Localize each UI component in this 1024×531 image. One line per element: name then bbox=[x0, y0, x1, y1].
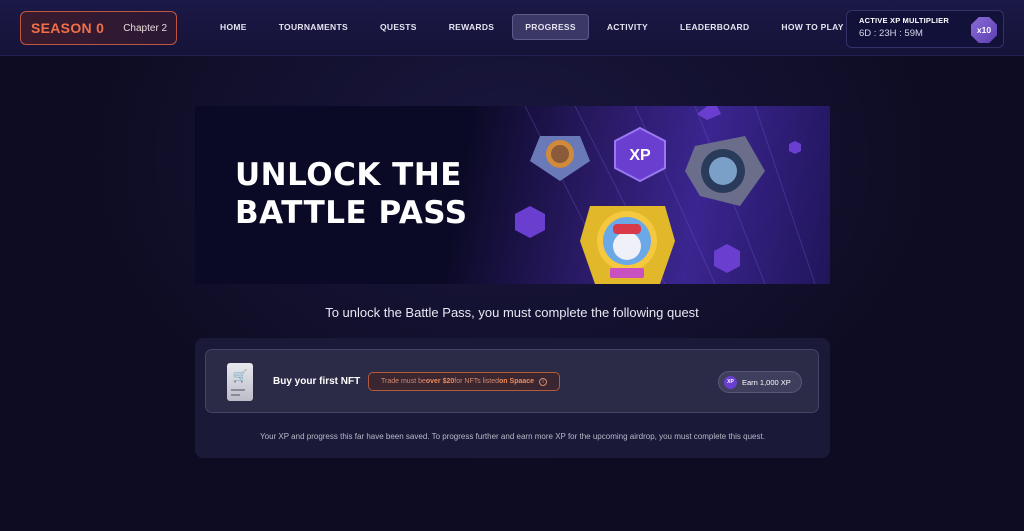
xp-gem-icon bbox=[789, 141, 801, 154]
xp-gem-icon bbox=[697, 106, 721, 120]
banner-title-line1: UNLOCK THE bbox=[235, 157, 462, 193]
medal-right-icon bbox=[685, 136, 765, 206]
xp-coin-icon: XP bbox=[724, 375, 737, 389]
cart-icon: 🛒 bbox=[232, 369, 248, 383]
xp-hexagon-icon: XP bbox=[614, 126, 666, 183]
requirement-middle: for NFTs listed bbox=[454, 378, 500, 385]
xp-hexagon-label: XP bbox=[629, 147, 651, 164]
nav-activity[interactable]: ACTIVITY bbox=[595, 14, 660, 40]
main-nav: HOME TOURNAMENTS QUESTS REWARDS PROGRESS… bbox=[208, 14, 856, 40]
season-selector[interactable]: SEASON 0 Chapter 2 bbox=[20, 11, 177, 45]
earn-xp-badge: XP Earn 1,000 XP bbox=[718, 371, 802, 393]
season-chapter: Chapter 2 bbox=[123, 22, 168, 34]
quest-note: Your XP and progress this far have been … bbox=[260, 432, 765, 441]
requirement-venue: on Spaace bbox=[499, 378, 535, 385]
xp-gem-icon bbox=[515, 206, 545, 238]
quest-card[interactable]: 🛒 Buy your first NFT Trade must be over … bbox=[205, 349, 819, 413]
banner-title-line2: BATTLE PASS bbox=[235, 195, 468, 231]
earn-xp-label: Earn 1,000 XP bbox=[742, 377, 791, 387]
nav-rewards[interactable]: REWARDS bbox=[437, 14, 507, 40]
requirement-amount: over $20 bbox=[425, 378, 455, 385]
nft-card-thumbnail: 🛒 bbox=[227, 363, 253, 401]
nav-leaderboard[interactable]: LEADERBOARD bbox=[668, 14, 761, 40]
info-icon[interactable]: i bbox=[539, 377, 548, 386]
nav-tournaments[interactable]: TOURNAMENTS bbox=[267, 14, 360, 40]
page: SEASON 0 Chapter 2 HOME TOURNAMENTS QUES… bbox=[0, 0, 1024, 531]
battle-pass-banner: XP UNLOCK THE BATTLE PASS bbox=[195, 106, 830, 284]
nav-home[interactable]: HOME bbox=[208, 14, 259, 40]
quest-panel: 🛒 Buy your first NFT Trade must be over … bbox=[195, 338, 830, 458]
top-bar: SEASON 0 Chapter 2 HOME TOURNAMENTS QUES… bbox=[0, 0, 1024, 56]
medal-center-icon bbox=[580, 206, 675, 284]
nav-progress[interactable]: PROGRESS bbox=[512, 14, 589, 40]
xp-multiplier-panel[interactable]: ACTIVE XP MULTIPLIER 6D : 23H : 59M x10 bbox=[846, 10, 1004, 48]
xp-gem-icon bbox=[714, 244, 740, 273]
requirement-prefix: Trade must be bbox=[381, 378, 426, 385]
quest-requirement: Trade must be over $20 for NFTs listed o… bbox=[368, 372, 561, 391]
nav-quests[interactable]: QUESTS bbox=[368, 14, 429, 40]
nav-how-to-play[interactable]: HOW TO PLAY bbox=[769, 14, 855, 40]
quest-name: Buy your first NFT bbox=[273, 376, 361, 387]
quest-instructions: To unlock the Battle Pass, you must comp… bbox=[325, 305, 699, 320]
banner-title: UNLOCK THE BATTLE PASS bbox=[235, 156, 468, 232]
xp-multiplier-badge: x10 bbox=[971, 17, 997, 43]
season-title: SEASON 0 bbox=[31, 20, 105, 36]
medal-small-icon bbox=[530, 136, 590, 181]
